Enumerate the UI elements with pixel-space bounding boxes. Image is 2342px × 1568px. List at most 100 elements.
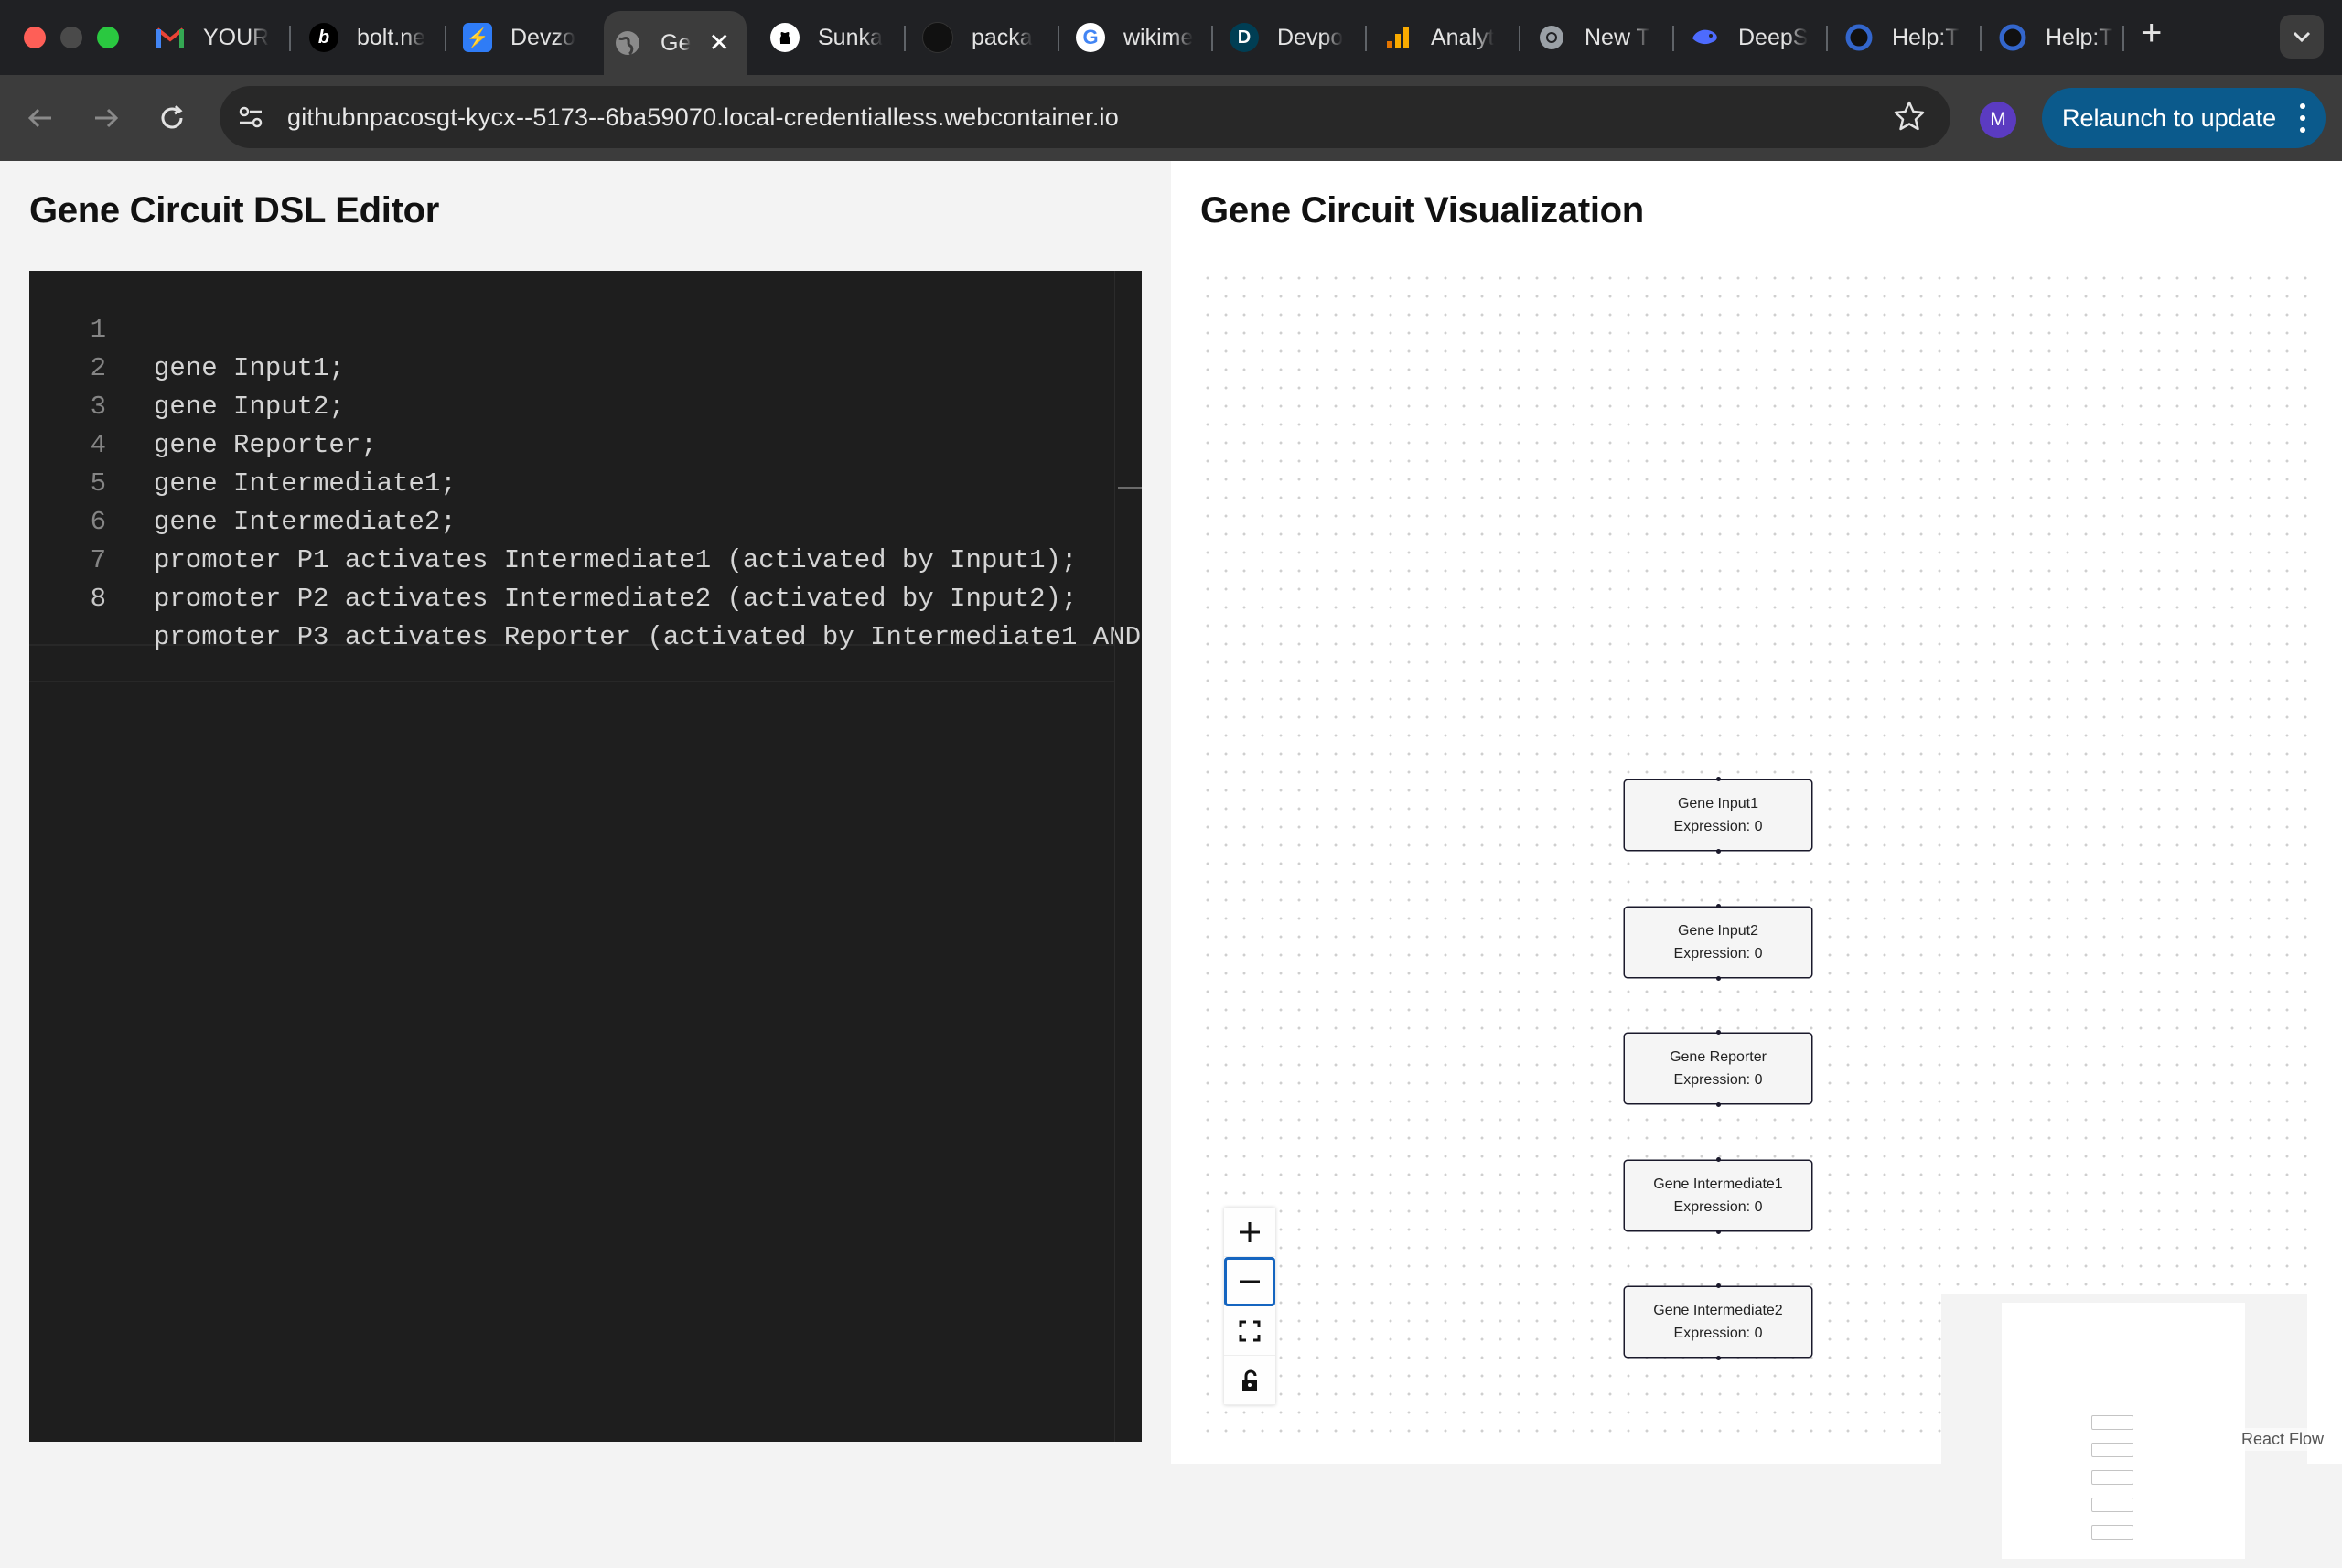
node-expression: Expression: 0 bbox=[1673, 946, 1763, 961]
tab-title: wikime bbox=[1123, 24, 1194, 50]
tab-title: New T bbox=[1585, 24, 1650, 50]
gmail-icon bbox=[156, 23, 185, 52]
source-handle[interactable] bbox=[1716, 1102, 1721, 1107]
source-handle[interactable] bbox=[1716, 849, 1721, 854]
tab-gmail[interactable]: YOUR bbox=[146, 7, 284, 68]
tab-gene-circuit[interactable]: Ge ✕ bbox=[604, 11, 747, 75]
tab-bolt[interactable]: b bolt.ne bbox=[300, 7, 437, 68]
tab-title: bolt.ne bbox=[357, 24, 426, 50]
more-menu-icon[interactable] bbox=[2300, 101, 2305, 135]
code-line[interactable]: 2 gene Input2; bbox=[29, 311, 1142, 422]
minimap-node bbox=[2091, 1498, 2133, 1512]
code-line[interactable]: 3 gene Reporter; bbox=[29, 349, 1142, 460]
new-tab-button[interactable]: + bbox=[2141, 13, 2162, 54]
page-content: Gene Circuit DSL Editor 1 gene Input1; 2… bbox=[0, 161, 2342, 1568]
tab-new-tab[interactable]: New T bbox=[1528, 7, 1665, 68]
tab-devpost[interactable]: D Devpo bbox=[1220, 7, 1358, 68]
code-line[interactable]: 5 gene Intermediate2; bbox=[29, 426, 1142, 537]
toggle-interactivity-button[interactable] bbox=[1224, 1356, 1275, 1405]
tab-analytics[interactable]: Analyt bbox=[1374, 7, 1511, 68]
tab-deepseek[interactable]: DeepS bbox=[1681, 7, 1819, 68]
target-handle[interactable] bbox=[1716, 777, 1721, 781]
reload-button[interactable] bbox=[150, 96, 194, 140]
devzone-icon: ⚡ bbox=[463, 23, 492, 52]
tab-title: Analyt bbox=[1431, 24, 1495, 50]
node-label: Gene Intermediate1 bbox=[1653, 1176, 1783, 1192]
minimap-viewport[interactable] bbox=[2002, 1303, 2245, 1559]
fit-view-button[interactable] bbox=[1224, 1306, 1275, 1356]
tab-title: Sunka bbox=[818, 24, 883, 50]
tab-title: DeepS bbox=[1738, 24, 1809, 50]
tab-separator bbox=[1519, 26, 1520, 51]
node-expression: Expression: 0 bbox=[1673, 819, 1763, 834]
close-tab-icon[interactable]: ✕ bbox=[709, 27, 730, 58]
target-handle[interactable] bbox=[1716, 904, 1721, 908]
tab-separator bbox=[1980, 26, 1982, 51]
code-editor[interactable]: 1 gene Input1; 2 gene Input2; 3 gene Rep… bbox=[29, 271, 1142, 1442]
tab-google-wikimedia[interactable]: G wikime bbox=[1067, 7, 1204, 68]
line-code[interactable]: promoter P2 activates Intermediate2 (act… bbox=[154, 580, 1077, 618]
node-label: Gene Input1 bbox=[1677, 796, 1759, 811]
back-button[interactable] bbox=[18, 96, 62, 140]
gene-node-reporter[interactable]: Gene Reporter Expression: 0 bbox=[1624, 1030, 1812, 1107]
tab-separator bbox=[289, 26, 291, 51]
flow-controls bbox=[1224, 1208, 1275, 1405]
zoom-in-button[interactable] bbox=[1224, 1208, 1275, 1257]
address-bar[interactable]: githubnpacosgt-kycx--5173--6ba59070.loca… bbox=[220, 86, 1950, 148]
tab-search-button[interactable] bbox=[2280, 15, 2324, 59]
source-handle[interactable] bbox=[1716, 976, 1721, 981]
analytics-icon bbox=[1383, 23, 1413, 52]
source-handle[interactable] bbox=[1716, 1356, 1721, 1360]
react-flow-attribution[interactable]: React Flow bbox=[2235, 1428, 2329, 1451]
gene-node-input1[interactable]: Gene Input1 Expression: 0 bbox=[1624, 777, 1812, 854]
bookmark-star-icon[interactable] bbox=[1892, 99, 1927, 134]
devpost-icon: D bbox=[1230, 23, 1259, 52]
url-text[interactable]: githubnpacosgt-kycx--5173--6ba59070.loca… bbox=[287, 103, 1119, 132]
tab-separator bbox=[1365, 26, 1367, 51]
node-expression: Expression: 0 bbox=[1673, 1072, 1763, 1088]
code-line[interactable]: 8 promoter P3 activates Reporter (activa… bbox=[29, 542, 1142, 652]
tab-separator bbox=[2122, 26, 2124, 51]
gene-node-intermediate1[interactable]: Gene Intermediate1 Expression: 0 bbox=[1624, 1157, 1812, 1234]
node-expression: Expression: 0 bbox=[1673, 1199, 1763, 1215]
minimize-window-button[interactable] bbox=[60, 27, 82, 48]
line-number: 8 bbox=[90, 584, 106, 614]
code-line[interactable]: 4 gene Intermediate1; bbox=[29, 388, 1142, 499]
profile-avatar[interactable]: M bbox=[1980, 102, 2016, 138]
gene-node-intermediate2[interactable]: Gene Intermediate2 Expression: 0 bbox=[1624, 1283, 1812, 1360]
tab-title: YOUR bbox=[203, 24, 270, 50]
forward-button[interactable] bbox=[84, 96, 128, 140]
close-window-button[interactable] bbox=[24, 27, 46, 48]
chevron-down-icon bbox=[2293, 31, 2311, 43]
tab-devzone[interactable]: ⚡ Devzo bbox=[454, 7, 582, 68]
site-settings-icon[interactable] bbox=[236, 102, 265, 132]
flow-canvas[interactable]: Gene Input1 Expression: 0 Gene Input2 Ex… bbox=[1193, 263, 2320, 1568]
tab-title: Devpo bbox=[1277, 24, 1344, 50]
zoom-out-button[interactable] bbox=[1224, 1257, 1275, 1306]
tab-title: Devzo bbox=[510, 24, 575, 50]
deepseek-icon bbox=[1691, 23, 1720, 52]
tab-separator bbox=[445, 26, 446, 51]
tab-help-1[interactable]: Help:T bbox=[1835, 7, 1972, 68]
target-handle[interactable] bbox=[1716, 1157, 1721, 1162]
code-line[interactable]: 7 promoter P2 activates Intermediate2 (a… bbox=[29, 503, 1142, 614]
arrow-right-icon bbox=[95, 108, 119, 128]
zoom-in-icon bbox=[1240, 1221, 1260, 1242]
node-expression: Expression: 0 bbox=[1673, 1326, 1763, 1341]
tab-github-sunkara[interactable]: Sunka bbox=[761, 7, 898, 68]
relaunch-to-update-button[interactable]: Relaunch to update bbox=[2042, 88, 2326, 148]
tab-help-2[interactable]: Help:T bbox=[1989, 7, 2126, 68]
editor-scrollbar[interactable] bbox=[1114, 271, 1142, 1442]
zoom-out-icon bbox=[1240, 1280, 1260, 1283]
tab-github-package[interactable]: packa bbox=[913, 7, 1050, 68]
target-handle[interactable] bbox=[1716, 1283, 1721, 1288]
line-code[interactable]: promoter P3 activates Reporter (activate… bbox=[154, 618, 1142, 657]
code-line[interactable]: 6 promoter P1 activates Intermediate1 (a… bbox=[29, 465, 1142, 575]
tab-separator bbox=[1672, 26, 1674, 51]
code-line[interactable]: 1 gene Input1; bbox=[29, 273, 1142, 383]
source-handle[interactable] bbox=[1716, 1230, 1721, 1234]
tab-separator bbox=[904, 26, 906, 51]
gene-node-input2[interactable]: Gene Input2 Expression: 0 bbox=[1624, 904, 1812, 981]
zoom-window-button[interactable] bbox=[97, 27, 119, 48]
target-handle[interactable] bbox=[1716, 1030, 1721, 1035]
